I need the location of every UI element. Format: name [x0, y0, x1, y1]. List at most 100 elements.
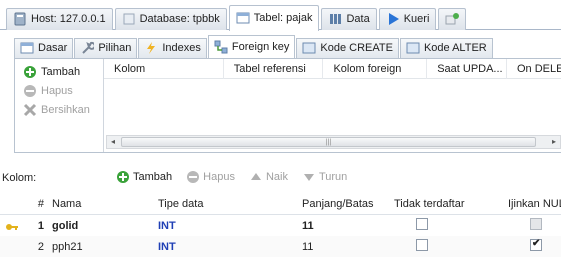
- delete-column-label: Hapus: [203, 171, 235, 183]
- scrollbar-thumb[interactable]: |||: [121, 137, 536, 147]
- data-type-cell[interactable]: INT: [154, 241, 294, 253]
- tab-database-label: Database: tpbbk: [139, 13, 220, 25]
- fk-col-header[interactable]: Kolom: [104, 58, 224, 79]
- tab-alter-code-label: Kode ALTER: [423, 42, 487, 54]
- plus-icon: [23, 65, 37, 79]
- new-query-icon: [445, 12, 460, 26]
- tab-host-label: Host: 127.0.0.1: [31, 13, 106, 25]
- column-name-cell[interactable]: golid: [50, 220, 154, 232]
- tab-alter-code[interactable]: Kode ALTER: [399, 37, 493, 58]
- lightning-icon: [144, 41, 158, 55]
- fk-col-header[interactable]: Tabel referensi: [224, 58, 324, 79]
- column-header[interactable]: Panjang/Batas: [294, 198, 382, 210]
- fk-col-header[interactable]: On DELE: [507, 59, 561, 79]
- tab-create-code[interactable]: Kode CREATE: [296, 37, 399, 58]
- tab-data[interactable]: Data: [321, 7, 377, 30]
- tab-query[interactable]: Kueri: [378, 7, 437, 30]
- fk-actions: Tambah Hapus Bersihkan: [15, 59, 103, 152]
- allow-null-checkbox[interactable]: [530, 239, 542, 251]
- host-icon: [13, 12, 27, 26]
- fk-add-button[interactable]: Tambah: [23, 62, 103, 81]
- move-down-label: Turun: [318, 171, 348, 183]
- column-header[interactable]: Tidak terdaftar: [382, 198, 500, 210]
- columns-table: # Nama Tipe data Panjang/Batas Tidak ter…: [0, 194, 561, 257]
- fk-col-header[interactable]: Kolom foreign: [323, 58, 428, 79]
- delete-column-button[interactable]: Hapus: [186, 170, 235, 184]
- foreign-key-panel: Tambah Hapus Bersihkan Kolom Tabel refer…: [14, 58, 561, 153]
- tab-query-label: Kueri: [403, 13, 430, 25]
- table-icon: [20, 41, 34, 55]
- tab-new-query[interactable]: [438, 7, 467, 30]
- scroll-left-icon[interactable]: ◂: [107, 136, 119, 148]
- fk-clear-label: Bersihkan: [41, 103, 90, 116]
- minus-icon: [23, 84, 37, 98]
- foreign-key-grid[interactable]: Kolom Tabel referensi Kolom foreign Saat…: [103, 58, 561, 152]
- allow-null-checkbox[interactable]: [530, 218, 542, 230]
- tab-data-label: Data: [346, 13, 370, 25]
- wrench-icon: [80, 41, 95, 55]
- fk-clear-button[interactable]: Bersihkan: [23, 100, 103, 119]
- fk-delete-label: Hapus: [41, 84, 73, 97]
- tab-create-code-label: Kode CREATE: [320, 42, 393, 54]
- length-cell[interactable]: 11: [294, 241, 382, 253]
- move-down-button[interactable]: Turun: [302, 170, 347, 184]
- tab-table-label: Tabel: pajak: [253, 12, 313, 24]
- data-type-cell[interactable]: INT: [154, 220, 294, 232]
- table-icon: [406, 41, 420, 55]
- move-up-button[interactable]: Naik: [249, 170, 288, 184]
- plus-icon: [116, 170, 130, 184]
- table-row[interactable]: 2 pph21 INT 11: [0, 236, 561, 257]
- tab-pilihan-label: Pilihan: [98, 42, 132, 54]
- horizontal-scrollbar[interactable]: ◂ ||| ▸: [106, 135, 561, 149]
- table-icon: [236, 11, 250, 25]
- tab-foreign-key[interactable]: Foreign key: [207, 35, 296, 58]
- table-editor-tabs: Dasar Pilihan Indexes Foreign key Kode C…: [0, 34, 561, 58]
- table-icon: [302, 41, 316, 55]
- tab-dasar-label: Dasar: [38, 42, 68, 54]
- column-name-cell[interactable]: pph21: [50, 241, 154, 253]
- fk-add-label: Tambah: [41, 65, 81, 78]
- minus-icon: [186, 170, 200, 184]
- column-header[interactable]: Ijinkan NULL: [500, 198, 561, 210]
- unsigned-checkbox[interactable]: [416, 239, 428, 251]
- column-header[interactable]: Tipe data: [154, 198, 294, 210]
- move-up-label: Naik: [265, 171, 288, 183]
- tab-database[interactable]: Database: tpbbk: [114, 7, 227, 30]
- unsigned-checkbox[interactable]: [416, 218, 428, 230]
- tab-dasar[interactable]: Dasar: [14, 37, 74, 58]
- column-header[interactable]: Nama: [50, 198, 154, 210]
- tab-table[interactable]: Tabel: pajak: [228, 4, 320, 31]
- column-header[interactable]: #: [24, 198, 50, 210]
- tab-host[interactable]: Host: 127.0.0.1: [6, 7, 113, 30]
- run-icon: [386, 12, 400, 26]
- data-icon: [328, 12, 342, 26]
- row-number: 2: [37, 240, 44, 253]
- table-row[interactable]: 1 golid INT 11: [0, 215, 561, 236]
- columns-toolbar: Kolom: Tambah Hapus Naik Turun: [0, 168, 561, 190]
- tab-foreign-key-label: Foreign key: [231, 41, 290, 53]
- clear-icon: [23, 103, 37, 117]
- allow-null-cell: [500, 239, 561, 254]
- primary-key-icon: [0, 219, 24, 233]
- fk-grid-header: Kolom Tabel referensi Kolom foreign Saat…: [104, 58, 561, 79]
- tab-indexes[interactable]: Indexes: [138, 37, 207, 58]
- columns-table-header: # Nama Tipe data Panjang/Batas Tidak ter…: [0, 194, 561, 215]
- tab-indexes-label: Indexes: [162, 42, 201, 54]
- unsigned-cell: [382, 239, 500, 254]
- length-cell[interactable]: 11: [294, 220, 382, 232]
- top-tab-bar: Host: 127.0.0.1 Database: tpbbk Tabel: p…: [0, 4, 561, 31]
- allow-null-cell: [500, 218, 561, 233]
- database-icon: [122, 12, 136, 26]
- tab-pilihan[interactable]: Pilihan: [74, 37, 138, 58]
- fk-col-header[interactable]: Saat UPDA...: [427, 58, 507, 79]
- fk-delete-button[interactable]: Hapus: [23, 81, 103, 100]
- add-column-label: Tambah: [133, 171, 173, 183]
- down-icon: [302, 170, 316, 184]
- scroll-right-icon[interactable]: ▸: [548, 136, 560, 148]
- add-column-button[interactable]: Tambah: [116, 170, 172, 184]
- row-number: 1: [37, 219, 44, 232]
- relation-icon: [214, 40, 228, 54]
- up-icon: [249, 170, 263, 184]
- unsigned-cell: [382, 218, 500, 233]
- columns-label: Kolom:: [2, 172, 37, 184]
